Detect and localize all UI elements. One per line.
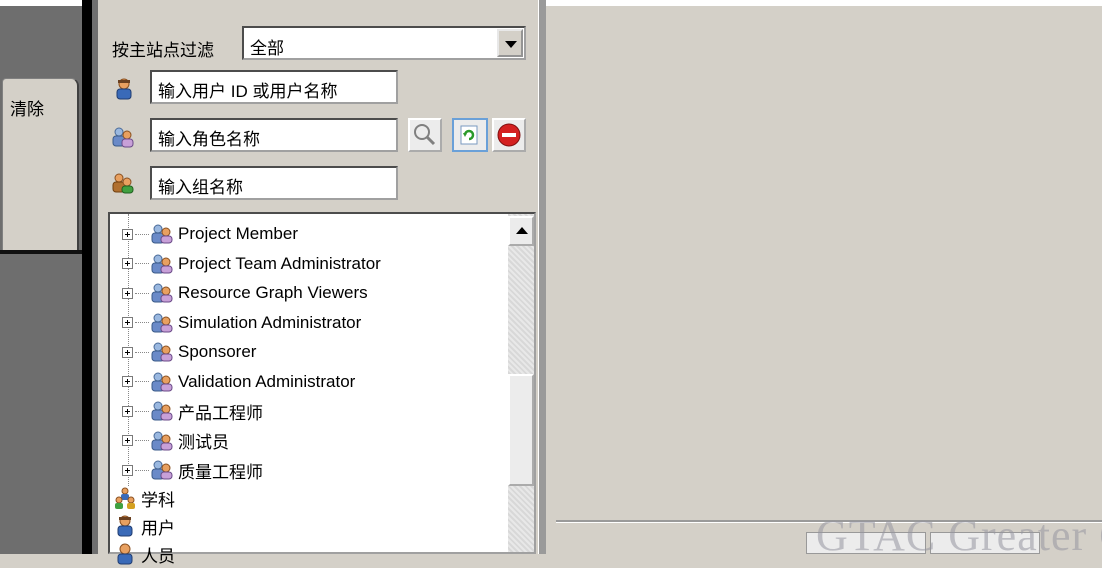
tree-connector bbox=[135, 469, 149, 471]
role-icon bbox=[151, 283, 173, 303]
role-label: Validation Administrator bbox=[178, 371, 356, 391]
role-icon bbox=[151, 254, 173, 274]
splitter-bar[interactable] bbox=[82, 0, 92, 554]
expand-icon[interactable] bbox=[122, 435, 133, 446]
role-icon bbox=[151, 401, 173, 421]
clear-filter-button[interactable] bbox=[492, 118, 526, 152]
watermark-text: GTAC Greater C bbox=[816, 511, 1102, 560]
details-pane bbox=[546, 0, 1102, 554]
expand-icon[interactable] bbox=[122, 287, 133, 299]
role-label: 测试员 bbox=[178, 433, 229, 452]
tree-connector bbox=[135, 292, 149, 294]
scroll-thumb[interactable] bbox=[508, 374, 534, 486]
role-tree-node[interactable]: 测试员 bbox=[122, 427, 229, 455]
role-icon bbox=[151, 372, 173, 392]
tree-connector bbox=[135, 410, 149, 412]
role-icon bbox=[151, 460, 173, 480]
role-icon bbox=[151, 431, 173, 451]
tree-node[interactable]: 学科 bbox=[114, 484, 175, 512]
site-filter-value: 全部 bbox=[250, 39, 284, 58]
tree-node[interactable]: 人员 bbox=[114, 540, 175, 568]
details-top-edge bbox=[546, 0, 1102, 6]
tree-node-label: 学科 bbox=[141, 490, 175, 510]
expand-icon[interactable] bbox=[122, 258, 133, 269]
tree-scrollbar[interactable] bbox=[508, 214, 534, 552]
role-tree-node[interactable]: Resource Graph Viewers bbox=[122, 279, 368, 307]
role-label: Project Member bbox=[178, 224, 298, 243]
clear-tab-label[interactable]: 清除 bbox=[10, 95, 44, 120]
role-label: Simulation Administrator bbox=[178, 312, 362, 332]
tree-connector bbox=[135, 381, 149, 382]
search-button[interactable] bbox=[408, 118, 442, 152]
discipline-icon bbox=[114, 487, 136, 509]
tree-connector bbox=[135, 263, 149, 264]
tree-connector bbox=[135, 440, 149, 441]
role-tree-node[interactable]: Validation Administrator bbox=[122, 368, 355, 396]
expand-icon[interactable] bbox=[122, 346, 133, 358]
role-tree-node[interactable]: Project Member bbox=[122, 220, 298, 248]
site-filter-label: 按主站点过滤 bbox=[112, 41, 214, 60]
tree-connector bbox=[135, 233, 149, 235]
role-label: Resource Graph Viewers bbox=[178, 283, 368, 302]
group-search-input[interactable]: 输入组名称 bbox=[150, 166, 398, 200]
person-icon bbox=[114, 543, 136, 565]
role-label: 产品工程师 bbox=[178, 403, 263, 423]
role-label: Project Team Administrator bbox=[178, 253, 381, 273]
expand-icon[interactable] bbox=[122, 317, 133, 328]
refresh-icon bbox=[460, 125, 478, 145]
expand-icon[interactable] bbox=[122, 405, 133, 417]
role-icon bbox=[151, 342, 173, 362]
user-icon bbox=[114, 515, 136, 537]
role-icon bbox=[112, 126, 134, 153]
organization-tree[interactable]: Project Member Project Team Administrator… bbox=[108, 212, 536, 566]
stop-icon bbox=[497, 123, 521, 147]
tree-connector bbox=[135, 351, 149, 353]
refresh-button[interactable] bbox=[452, 118, 488, 152]
user-icon bbox=[114, 78, 134, 105]
expand-icon[interactable] bbox=[122, 464, 133, 476]
role-tree-node[interactable]: 质量工程师 bbox=[122, 456, 263, 484]
role-tree-node[interactable]: Simulation Administrator bbox=[122, 309, 361, 337]
tree-node[interactable]: 用户 bbox=[114, 512, 175, 540]
role-tree-node[interactable]: Sponsorer bbox=[122, 338, 256, 366]
left-top-edge bbox=[0, 0, 82, 6]
scroll-up-button[interactable] bbox=[508, 216, 534, 246]
role-label: 质量工程师 bbox=[178, 462, 263, 482]
expand-icon[interactable] bbox=[122, 228, 133, 240]
user-search-input[interactable]: 输入用户 ID 或用户名称 bbox=[150, 70, 398, 104]
role-tree-node[interactable]: Project Team Administrator bbox=[122, 250, 381, 278]
role-label: Sponsorer bbox=[178, 342, 257, 361]
search-icon bbox=[414, 124, 436, 146]
role-icon bbox=[151, 224, 173, 244]
role-icon bbox=[151, 313, 173, 333]
expand-icon[interactable] bbox=[122, 376, 133, 387]
left-separator bbox=[0, 250, 82, 254]
group-icon bbox=[112, 172, 134, 199]
role-search-input[interactable]: 输入角色名称 bbox=[150, 118, 398, 152]
chevron-down-icon[interactable] bbox=[497, 29, 523, 57]
site-filter-select[interactable]: 全部 bbox=[242, 26, 526, 60]
tree-node-label: 用户 bbox=[141, 518, 175, 538]
role-tree-node[interactable]: 产品工程师 bbox=[122, 397, 263, 425]
tree-node-label: 人员 bbox=[141, 546, 175, 566]
tree-connector bbox=[135, 322, 149, 323]
